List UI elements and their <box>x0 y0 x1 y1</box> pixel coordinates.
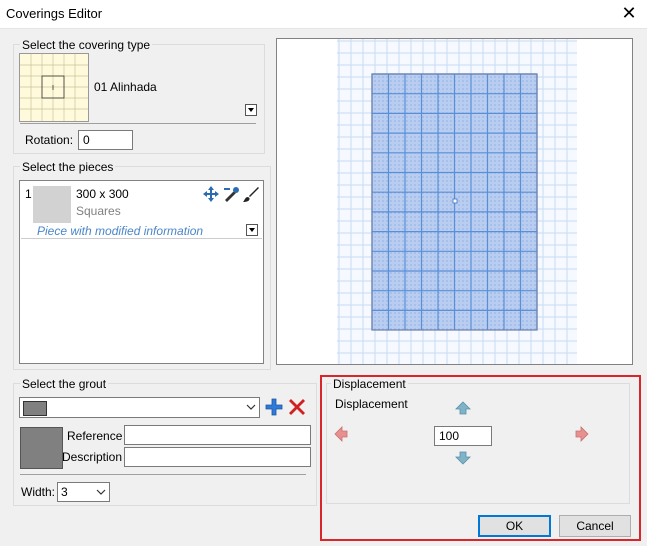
piece-note: Piece with modified information <box>37 224 204 238</box>
paint-brush-icon[interactable] <box>242 185 260 203</box>
grout-color-select[interactable] <box>19 397 260 418</box>
title-bar: Coverings Editor ✕ <box>0 0 647 29</box>
chevron-down-icon <box>96 489 106 495</box>
arrow-down-icon[interactable] <box>455 451 471 465</box>
piece-index: 1 <box>25 187 32 201</box>
grout-color-chip <box>23 401 47 416</box>
edit-piece-icon[interactable] <box>222 185 240 203</box>
covering-type-separator <box>20 123 256 124</box>
piece-thumbnail <box>33 186 71 223</box>
chevron-down-icon <box>246 404 256 410</box>
plus-icon[interactable] <box>265 398 283 416</box>
reference-input[interactable] <box>124 425 311 445</box>
arrow-right-icon[interactable] <box>575 426 589 442</box>
ok-button[interactable]: OK <box>478 515 551 537</box>
covering-type-group-label: Select the covering type <box>20 38 153 52</box>
description-input[interactable] <box>124 447 311 467</box>
list-item[interactable]: 1 300 x 300 Squares Piece with modified … <box>21 182 262 239</box>
covering-type-thumbnail[interactable] <box>19 53 89 122</box>
covering-preview[interactable] <box>276 38 633 365</box>
grout-swatch <box>20 427 63 469</box>
delete-x-icon[interactable] <box>288 398 306 416</box>
rotation-input[interactable]: 0 <box>78 130 133 150</box>
width-label: Width: <box>21 485 56 499</box>
window-title: Coverings Editor <box>6 6 103 21</box>
reference-label: Reference <box>67 429 123 443</box>
piece-size: 300 x 300 <box>76 187 129 201</box>
covering-type-name: 01 Alinhada <box>94 80 157 94</box>
piece-type: Squares <box>76 204 121 218</box>
description-label: Description <box>62 450 123 464</box>
close-icon[interactable]: ✕ <box>619 3 639 23</box>
covering-pattern-icon <box>20 54 88 121</box>
grout-group-label: Select the grout <box>20 377 109 391</box>
move-piece-icon[interactable] <box>202 185 220 203</box>
pieces-list[interactable]: 1 300 x 300 Squares Piece with modified … <box>19 180 264 364</box>
cancel-button[interactable]: Cancel <box>559 515 631 537</box>
arrow-up-icon[interactable] <box>455 401 471 415</box>
grout-separator <box>20 474 306 475</box>
width-select[interactable]: 3 <box>57 482 110 502</box>
covering-preview-canvas <box>337 39 577 364</box>
covering-type-dropdown[interactable] <box>245 104 257 116</box>
pieces-group-label: Select the pieces <box>20 160 116 174</box>
piece-dropdown[interactable] <box>246 224 258 236</box>
rotation-label: Rotation: <box>25 133 74 147</box>
displacement-inner-label: Displacement <box>335 397 408 411</box>
displacement-group-label: Displacement <box>331 377 408 391</box>
displacement-input[interactable]: 100 <box>434 426 492 446</box>
arrow-left-icon[interactable] <box>334 426 348 442</box>
width-value: 3 <box>61 485 68 499</box>
